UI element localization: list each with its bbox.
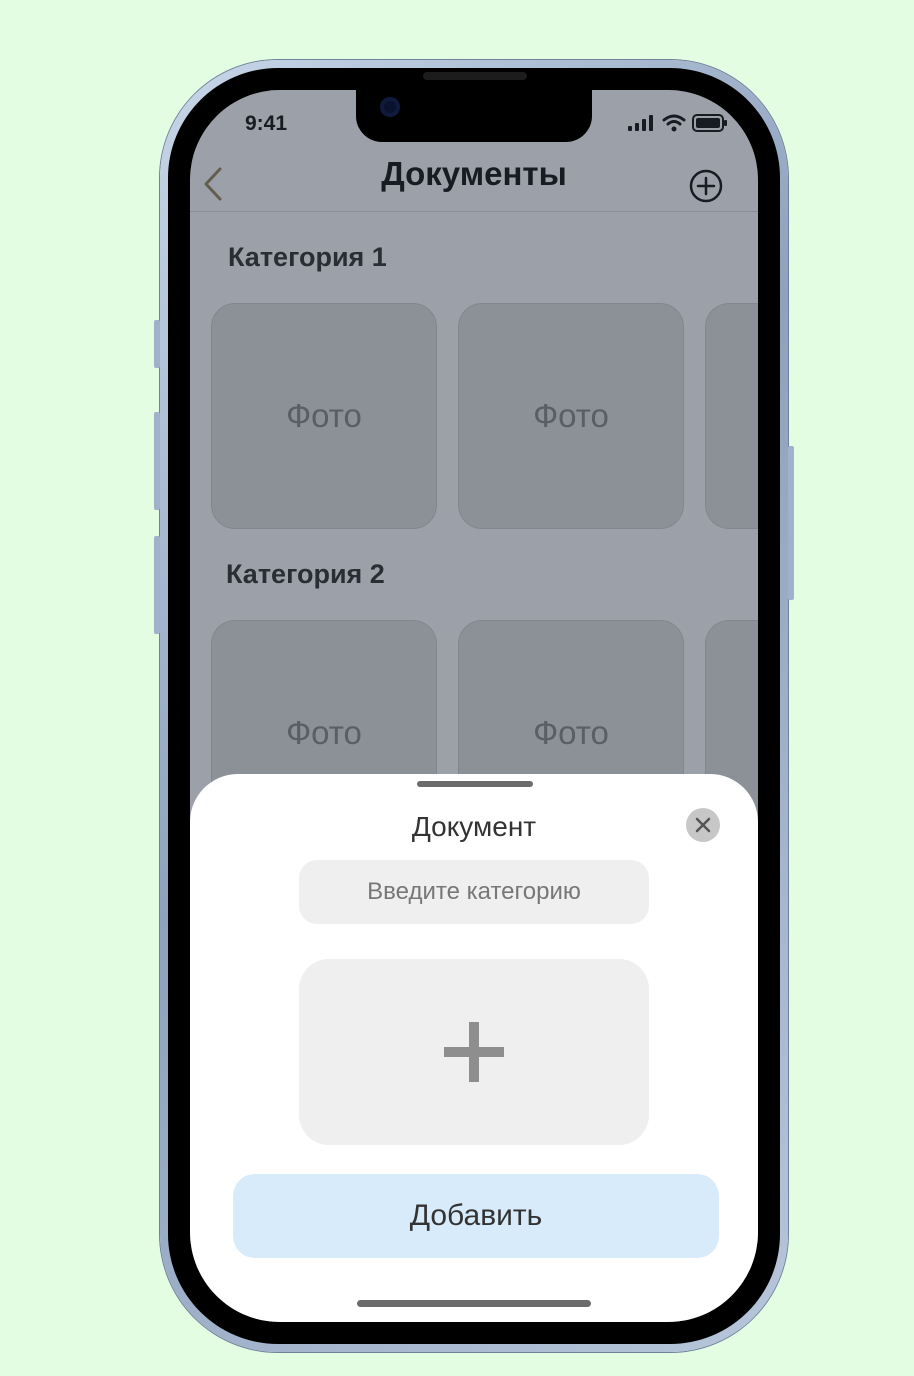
close-button[interactable] — [686, 808, 720, 842]
close-icon — [695, 817, 711, 833]
plus-icon — [444, 1022, 504, 1082]
home-indicator — [357, 1300, 591, 1307]
volume-up-button — [154, 412, 160, 510]
add-photo-button[interactable] — [299, 959, 649, 1145]
volume-down-button — [154, 536, 160, 634]
sheet-grabber[interactable] — [417, 781, 533, 787]
camera-icon — [380, 97, 400, 117]
add-button[interactable]: Добавить — [233, 1174, 719, 1258]
category-input[interactable] — [299, 860, 649, 924]
power-button — [788, 446, 794, 600]
action-button — [154, 320, 160, 368]
sheet-title: Документ — [411, 811, 537, 842]
speaker-grille — [423, 72, 527, 80]
